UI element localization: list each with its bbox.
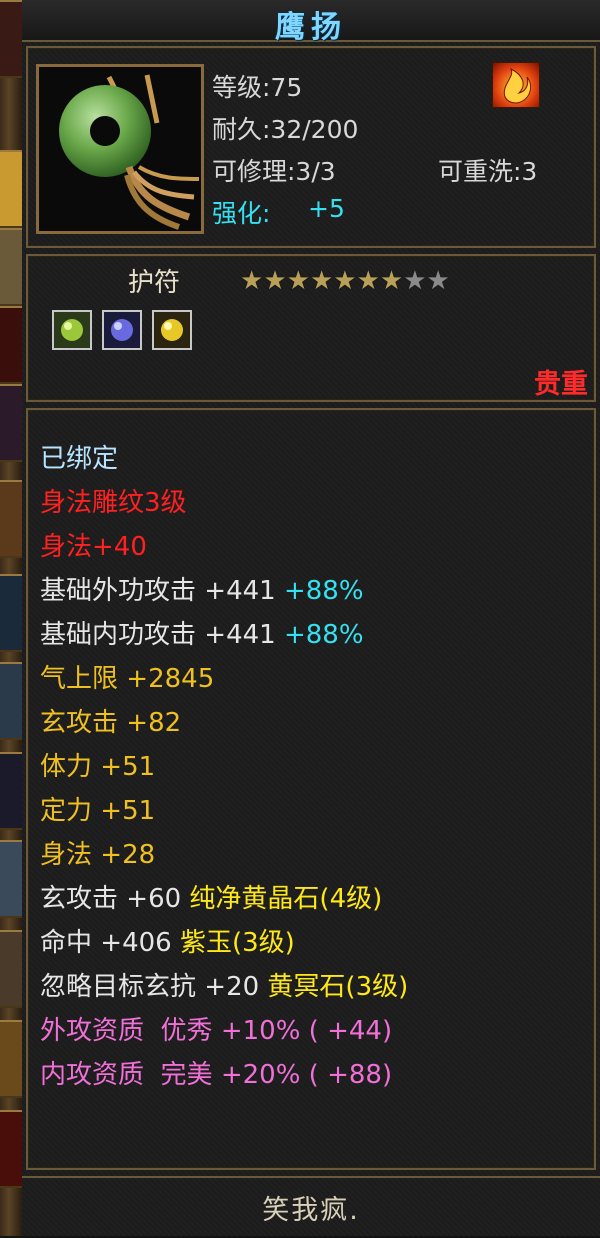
enhance-value: +5 [308, 194, 345, 223]
star-icon: ★ [263, 266, 287, 296]
side-slot[interactable] [0, 930, 22, 1008]
side-slot[interactable] [0, 228, 22, 306]
side-slot[interactable] [0, 306, 22, 384]
star-icon: ★ [240, 266, 264, 296]
side-slot[interactable] [0, 0, 22, 78]
title-bar: 鹰扬 [22, 0, 600, 45]
bound-status: 已绑定 [40, 444, 119, 474]
quality-line: 外攻资质 优秀 +10% ( +44) [40, 1016, 393, 1046]
item-category: 护符 [128, 268, 181, 298]
attribute-line: 玄攻击 +82 [40, 708, 182, 738]
star-icon: ★ [333, 266, 357, 296]
engraving-line: 身法雕纹3级 [40, 488, 187, 518]
star-icon: ★ [309, 266, 334, 296]
star-icon: ★ [286, 266, 310, 296]
star-icon: ★ [356, 266, 380, 296]
item-name: 鹰扬 [275, 10, 347, 45]
side-slot-strip [0, 0, 22, 1236]
star-empty-icon: ★ [403, 266, 427, 296]
attribute-line: 基础内功攻击 +441 +88% [40, 620, 364, 650]
owner-name: 笑我疯. [262, 1195, 360, 1226]
repair-stat: 可修理:3/3 [212, 157, 336, 186]
gem-line: 命中 +406 紫玉(3级) [40, 928, 295, 958]
side-slot[interactable] [0, 384, 22, 462]
durability-stat: 耐久:32/200 [212, 115, 359, 144]
yellow-gem-icon[interactable] [152, 310, 192, 350]
side-slot[interactable] [0, 840, 22, 918]
side-slot[interactable] [0, 752, 22, 830]
flame-emblem-icon [492, 62, 540, 108]
attribute-line: 体力 +51 [40, 752, 156, 782]
level-stat: 等级:75 [212, 73, 303, 102]
rewash-stat: 可重洗:3 [438, 157, 538, 186]
attribute-line: 基础外功攻击 +441 +88% [40, 576, 364, 606]
attribute-line: 气上限 +2845 [40, 664, 215, 694]
side-slot[interactable] [0, 1020, 22, 1098]
attribute-line: 定力 +51 [40, 796, 156, 826]
rarity-label: 贵重 [534, 369, 588, 400]
side-slot[interactable] [0, 150, 22, 228]
purple-gem-icon[interactable] [102, 310, 142, 350]
item-tooltip: 鹰扬 等级:75 耐久:32/200 可修理:3/3 可重洗:3 强化: +5 … [22, 0, 600, 1236]
gem-line: 忽略目标玄抗 +20 黄冥石(3级) [40, 972, 409, 1002]
star-icon: ★ [379, 266, 404, 296]
star-rating: ★★★★★★★★★ [240, 266, 450, 296]
footer: 笑我疯. [22, 1176, 600, 1238]
side-slot[interactable] [0, 1110, 22, 1188]
quality-line: 内攻资质 完美 +20% ( +88) [40, 1060, 393, 1090]
side-slot[interactable] [0, 574, 22, 652]
enhance-label: 强化: [212, 199, 271, 228]
star-empty-icon: ★ [426, 266, 450, 296]
engraving-bonus: 身法+40 [40, 532, 147, 562]
side-slot[interactable] [0, 480, 22, 558]
side-slot[interactable] [0, 662, 22, 740]
jade-pendant-icon [39, 67, 201, 231]
item-icon-box[interactable] [36, 64, 204, 234]
gem-line: 玄攻击 +60 纯净黄晶石(4级) [40, 884, 383, 914]
attribute-line: 身法 +28 [40, 840, 156, 870]
green-gem-icon[interactable] [52, 310, 92, 350]
